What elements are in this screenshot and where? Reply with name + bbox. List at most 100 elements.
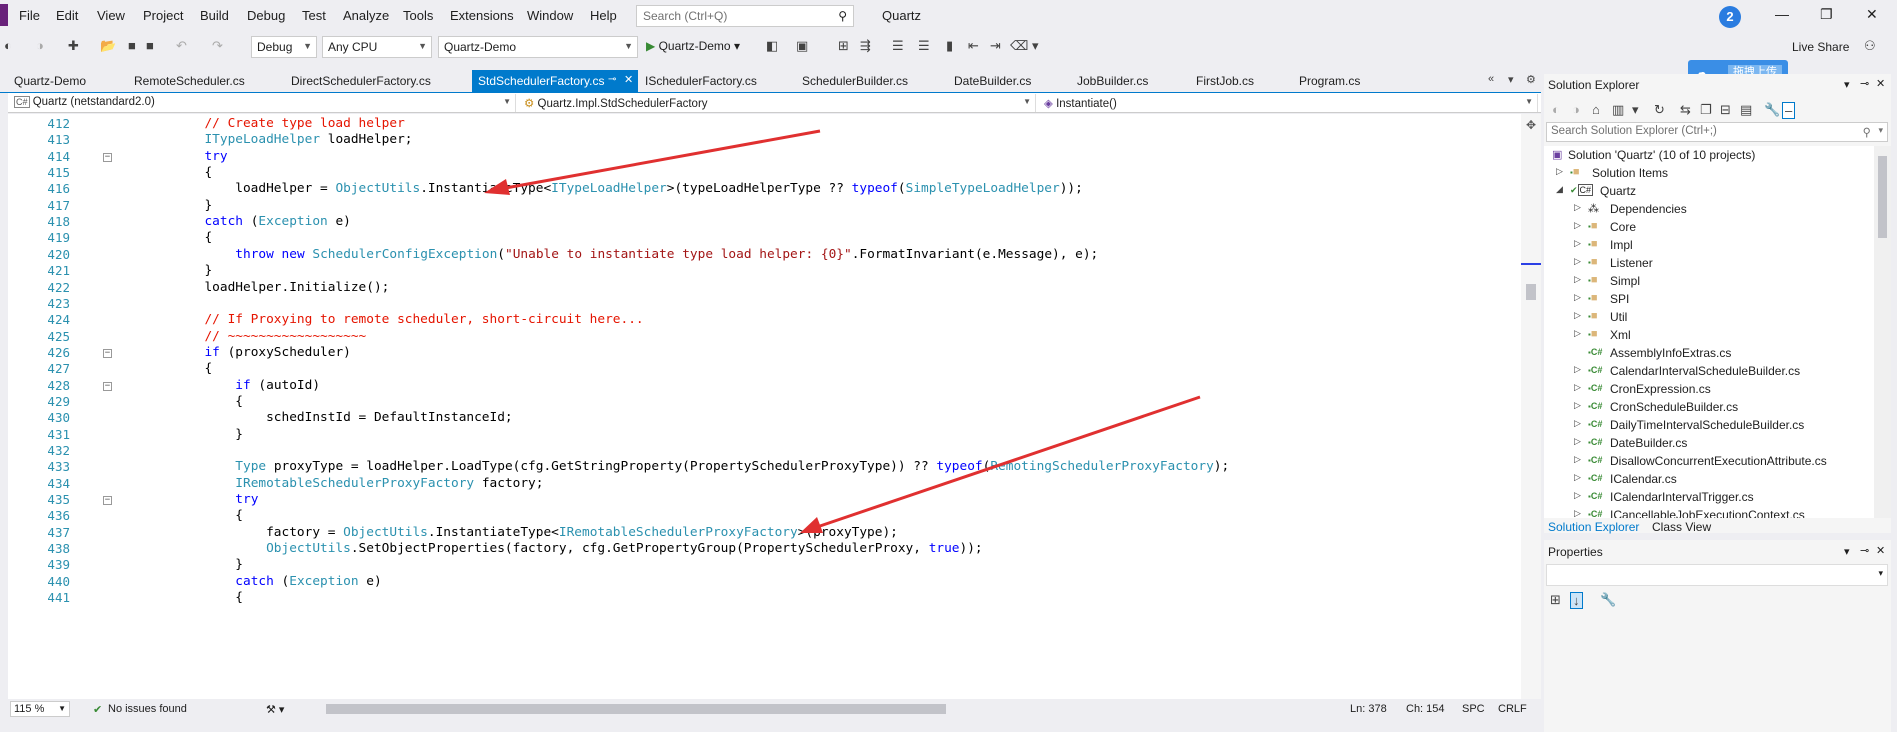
scroll-thumb[interactable] xyxy=(1878,156,1887,238)
tree-item[interactable]: ▷ ▪■ Util xyxy=(1544,310,1874,328)
expand-icon[interactable]: ▷ xyxy=(1574,382,1581,393)
tree-item-label: Solution 'Quartz' (10 of 10 projects) xyxy=(1568,148,1756,162)
collapse-all-icon[interactable]: ⊟ xyxy=(1720,102,1731,118)
tree-item-label: DisallowConcurrentExecutionAttribute.cs xyxy=(1610,454,1827,468)
expand-icon[interactable]: ▷ xyxy=(1574,328,1581,339)
collapse-icon[interactable]: ◢ xyxy=(1556,184,1563,195)
folder-icon: ▪■ xyxy=(1588,256,1598,268)
tree-item[interactable]: ▷ ▪C# DailyTimeIntervalScheduleBuilder.cs xyxy=(1544,418,1874,436)
editor-status-bar: 115 % ▼ ✔ No issues found ⚒ ▾ Ln: 378 Ch… xyxy=(8,699,1541,719)
tree-item[interactable]: ▷ ▪C# DisallowConcurrentExecutionAttribute… xyxy=(1544,454,1874,472)
copy-icon[interactable]: ❐ xyxy=(1700,102,1712,118)
tree-item-label: Util xyxy=(1610,310,1628,324)
show-all-files-icon[interactable]: ▤ xyxy=(1740,102,1752,118)
view-dropdown-icon[interactable]: ▾ xyxy=(1632,102,1639,118)
tree-item[interactable]: ▷ ▪■ Simpl xyxy=(1544,274,1874,292)
close-panel-icon[interactable]: ✕ xyxy=(1876,77,1885,90)
tree-item[interactable]: ▷ ▪■ Solution Items xyxy=(1544,166,1874,184)
solution-tree[interactable]: ▣ Solution 'Quartz' (10 of 10 projects) ▷ ▪… xyxy=(1544,146,1874,518)
switch-view-icon[interactable]: ▥ xyxy=(1612,102,1624,118)
properties-object-select[interactable]: ▾ xyxy=(1546,564,1888,586)
folder-icon: ▪■ xyxy=(1588,220,1598,232)
expand-icon[interactable]: ▷ xyxy=(1574,256,1581,267)
tree-item[interactable]: ▷ ▪C# CronScheduleBuilder.cs xyxy=(1544,400,1874,418)
tree-item-label: DailyTimeIntervalScheduleBuilder.cs xyxy=(1610,418,1805,432)
csharp-file-icon: ▪C# xyxy=(1588,455,1603,465)
back-icon[interactable]: ◐ xyxy=(1552,102,1560,117)
solution-explorer-search-input[interactable]: Search Solution Explorer (Ctrl+;) ⚲ ▾ xyxy=(1546,122,1888,142)
tree-item[interactable]: ▷ ▪C# CronExpression.cs xyxy=(1544,382,1874,400)
tree-item[interactable]: ▷ ▪C# ICancellableJobExecutionContext.cs xyxy=(1544,508,1874,518)
tree-item-label: Listener xyxy=(1610,256,1653,270)
tree-item[interactable]: ▷ ▪C# CalendarIntervalScheduleBuilder.cs xyxy=(1544,364,1874,382)
expand-icon[interactable]: ▷ xyxy=(1574,490,1581,501)
check-icon: ✔ xyxy=(93,704,103,716)
tree-item-label: Solution Items xyxy=(1592,166,1669,180)
tab-class-view[interactable]: Class View xyxy=(1652,520,1711,534)
panel-dropdown-icon[interactable]: ▾ xyxy=(1844,78,1850,91)
property-pages-icon[interactable]: 🔧 xyxy=(1600,592,1616,608)
expand-icon[interactable]: ▷ xyxy=(1574,418,1581,429)
tree-item[interactable]: ▷ ▪C# ICalendarIntervalTrigger.cs xyxy=(1544,490,1874,508)
alphabetical-icon[interactable]: ↓ xyxy=(1570,592,1583,609)
expand-icon[interactable]: ▷ xyxy=(1574,364,1581,375)
pin-icon[interactable]: ⊸ xyxy=(1860,544,1869,557)
expand-icon[interactable]: ▷ xyxy=(1574,508,1581,518)
chevron-down-icon: ▾ xyxy=(1878,568,1883,578)
tree-item[interactable]: ▷ ▪■ Xml xyxy=(1544,328,1874,346)
csharp-file-icon: ▪C# xyxy=(1588,509,1603,518)
panel-dropdown-icon[interactable]: ▾ xyxy=(1844,545,1850,558)
tree-item[interactable]: ◢ ✔ C# Quartz xyxy=(1544,184,1874,202)
tree-item[interactable]: ▷ ▪C# DateBuilder.cs xyxy=(1544,436,1874,454)
close-panel-icon[interactable]: ✕ xyxy=(1876,544,1885,557)
expand-icon[interactable]: ▷ xyxy=(1556,166,1563,177)
solution-tree-scrollbar[interactable] xyxy=(1874,146,1891,518)
expand-icon[interactable]: ▷ xyxy=(1574,202,1581,213)
csharp-file-icon: ▪C# xyxy=(1588,473,1603,483)
expand-icon[interactable]: ▷ xyxy=(1574,274,1581,285)
tree-item[interactable]: ▷ ⁂ Dependencies xyxy=(1544,202,1874,220)
tree-item[interactable]: ▣ Solution 'Quartz' (10 of 10 projects) xyxy=(1544,148,1874,166)
chevron-down-icon: ▾ xyxy=(1878,125,1883,135)
expand-icon[interactable]: ▷ xyxy=(1574,238,1581,249)
preview-icon[interactable]: – xyxy=(1782,102,1796,119)
expand-icon[interactable]: ▷ xyxy=(1574,436,1581,447)
home-icon[interactable]: ⌂ xyxy=(1592,102,1600,117)
expand-icon[interactable]: ▷ xyxy=(1574,220,1581,231)
pin-icon[interactable]: ⊸ xyxy=(1860,77,1869,90)
tree-item[interactable]: ▷ ▪■ Core xyxy=(1544,220,1874,238)
line-ending[interactable]: CRLF xyxy=(1498,703,1527,715)
tree-item[interactable]: ▷ ▪■ Impl xyxy=(1544,238,1874,256)
expand-icon[interactable]: ▷ xyxy=(1574,310,1581,321)
tree-item-label: CalendarIntervalScheduleBuilder.cs xyxy=(1610,364,1801,378)
horizontal-scroll-thumb[interactable] xyxy=(326,704,946,714)
folder-icon: ▪■ xyxy=(1588,238,1598,250)
tree-item[interactable]: ▪C# AssemblyInfoExtras.cs xyxy=(1544,346,1874,364)
tree-item[interactable]: ▷ ▪■ Listener xyxy=(1544,256,1874,274)
whitespace-mode[interactable]: SPC xyxy=(1462,703,1485,715)
tree-item[interactable]: ▷ ▪■ SPI xyxy=(1544,292,1874,310)
properties-wrench-icon[interactable]: 🔧 xyxy=(1764,102,1780,118)
tree-item[interactable]: ▷ ▪C# ICalendar.cs xyxy=(1544,472,1874,490)
tab-solution-explorer[interactable]: Solution Explorer xyxy=(1548,520,1639,534)
zoom-select[interactable]: 115 % ▼ xyxy=(10,701,70,717)
expand-icon[interactable]: ▷ xyxy=(1574,472,1581,483)
forward-icon[interactable]: ◑ xyxy=(1572,102,1580,117)
search-icon: ⚲ xyxy=(1862,127,1871,139)
csharp-file-icon: ▪C# xyxy=(1588,347,1603,357)
brush-icon[interactable]: ⚒ ▾ xyxy=(266,703,284,716)
tree-item-label: SPI xyxy=(1610,292,1630,306)
tree-item-label: Xml xyxy=(1610,328,1631,342)
expand-icon[interactable]: ▷ xyxy=(1574,292,1581,303)
issues-status[interactable]: No issues found xyxy=(108,703,187,715)
categorized-icon[interactable]: ⊞ xyxy=(1550,592,1561,608)
tree-item-label: AssemblyInfoExtras.cs xyxy=(1610,346,1732,360)
expand-icon[interactable]: ▷ xyxy=(1574,400,1581,411)
expand-icon[interactable]: ▷ xyxy=(1574,454,1581,465)
tree-item-label: Core xyxy=(1610,220,1637,234)
solution-icon: ▣ xyxy=(1552,149,1563,161)
history-icon[interactable]: ↻ xyxy=(1654,102,1665,118)
sync-icon[interactable]: ⇆ xyxy=(1680,102,1691,118)
cursor-line: Ln: 378 xyxy=(1350,703,1387,715)
tree-item-label: CronScheduleBuilder.cs xyxy=(1610,400,1739,414)
